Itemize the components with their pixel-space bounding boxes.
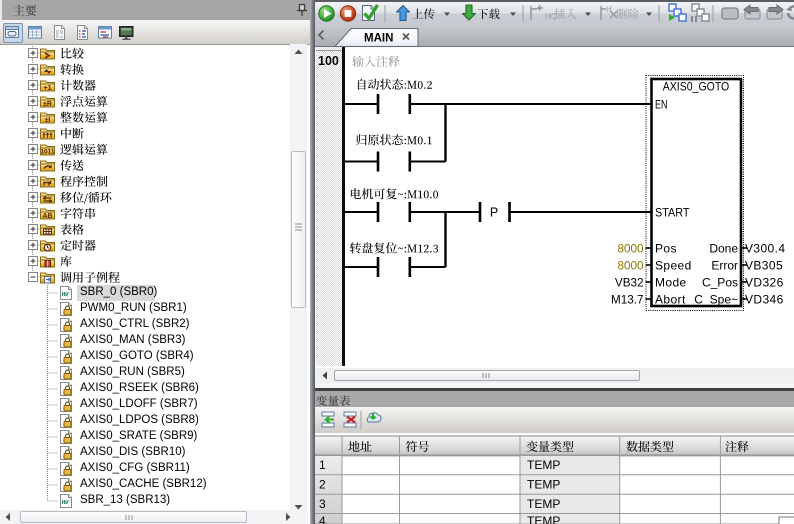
svg-text:Abort: Abort: [655, 293, 686, 307]
svg-text:4: 4: [319, 514, 326, 524]
svg-text:±R: ±R: [43, 101, 52, 108]
svg-text:Done: Done: [709, 242, 738, 256]
svg-text:START: START: [655, 206, 690, 220]
svg-text:C_Pos: C_Pos: [702, 276, 738, 290]
svg-text:VD326: VD326: [745, 276, 784, 290]
svg-text:100: 100: [318, 54, 339, 68]
svg-text:VD346: VD346: [745, 293, 784, 307]
svg-text:Error: Error: [711, 259, 738, 273]
svg-text:Pos: Pos: [655, 242, 677, 256]
svg-text:TEMP: TEMP: [527, 478, 560, 492]
svg-text:3: 3: [319, 497, 326, 511]
svg-text:Speed: Speed: [655, 259, 692, 273]
svg-text:V300.4: V300.4: [745, 242, 785, 256]
svg-text:TEMP: TEMP: [527, 458, 560, 472]
svg-text:P: P: [490, 206, 498, 220]
svg-text:TEMP: TEMP: [527, 514, 560, 524]
svg-text:8000: 8000: [617, 260, 644, 273]
svg-text:1: 1: [319, 458, 326, 472]
svg-text:EN: EN: [655, 98, 668, 112]
svg-text:VB32: VB32: [615, 277, 644, 290]
svg-text:AXIS0_GOTO: AXIS0_GOTO: [663, 80, 730, 94]
svg-text:2: 2: [319, 478, 326, 492]
svg-text:Mode: Mode: [655, 276, 687, 290]
svg-text:8000: 8000: [617, 243, 644, 256]
svg-text:1011: 1011: [40, 149, 54, 156]
svg-text:+1: +1: [44, 85, 52, 92]
svg-text:M13.7: M13.7: [611, 294, 643, 307]
svg-text:MAIN: MAIN: [364, 33, 393, 45]
svg-text:TEMP: TEMP: [527, 497, 560, 511]
svg-text:VB305: VB305: [745, 259, 783, 273]
svg-text:±I: ±I: [45, 117, 51, 124]
svg-text:AB: AB: [42, 213, 52, 220]
svg-text:C_Spe~: C_Spe~: [694, 293, 738, 307]
